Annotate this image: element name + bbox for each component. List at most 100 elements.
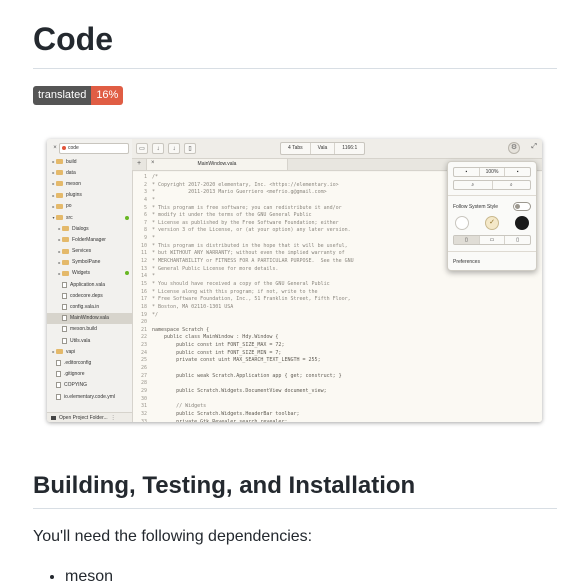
file-icon bbox=[62, 315, 67, 322]
header-toolbar: ▭ ↓ ↓ ▯ 4 Tabs Vala 1166:1 ⚙ ⤢ bbox=[132, 139, 542, 159]
follow-system-style-toggle bbox=[513, 202, 531, 211]
sidebar-item-label: COPYING bbox=[64, 382, 88, 389]
sidebar-item-label: codecore.deps bbox=[70, 292, 103, 299]
sidebar-item-label: .editorconfig bbox=[64, 359, 92, 366]
line-number: 18 bbox=[140, 303, 147, 310]
sidebar-item: config.vala.in bbox=[47, 301, 132, 312]
sidebar-item-label: po bbox=[66, 203, 72, 210]
translation-badge[interactable]: translated 16% bbox=[33, 86, 124, 105]
more-icon: ⋮ bbox=[110, 414, 116, 421]
code-line: * bbox=[152, 273, 156, 280]
sidebar-item-label: FolderManager bbox=[72, 236, 106, 243]
sidebar-item-label: io.elementary.code.yml bbox=[64, 393, 116, 400]
line-number: 21 bbox=[140, 326, 147, 333]
badge-value: 16% bbox=[91, 86, 124, 105]
file-icon bbox=[56, 382, 61, 389]
tab-mainwindow: × MainWindow.vala bbox=[146, 159, 288, 170]
line-number: 29 bbox=[140, 387, 147, 394]
download-icon: ↓ bbox=[152, 143, 164, 154]
folder-icon bbox=[62, 248, 69, 254]
dependency-item: meson bbox=[65, 566, 113, 588]
code-line: namespace Scratch { bbox=[152, 326, 210, 333]
preferences-item: Preferences bbox=[453, 259, 480, 265]
search-icon: ⌕ bbox=[509, 182, 513, 188]
find-controls: ⌕ ⌕ bbox=[453, 180, 531, 190]
save-icon: ↓ bbox=[168, 143, 180, 154]
modified-indicator-icon bbox=[125, 215, 129, 220]
dark-style-swatch bbox=[515, 216, 529, 230]
folder-icon bbox=[56, 203, 63, 209]
language-indicator: Vala bbox=[311, 143, 336, 154]
file-icon bbox=[56, 393, 61, 400]
sidebar-item: io.elementary.code.yml bbox=[47, 391, 132, 402]
sidebar-item-label: config.vala.in bbox=[70, 304, 100, 311]
settings-popover: ▪ 100% ▪ ⌕ ⌕ Follow System Style ✓ ▯ ▭ ▯… bbox=[447, 161, 537, 271]
file-icon bbox=[62, 304, 67, 311]
line-number: 17 bbox=[140, 296, 147, 303]
code-line: * License along with this program; if no… bbox=[152, 288, 318, 295]
folder-icon bbox=[56, 215, 63, 221]
sidebar-item: ▸ plugins bbox=[47, 190, 132, 201]
line-number: 24 bbox=[140, 349, 147, 356]
line-number: 33 bbox=[140, 418, 147, 423]
line-number: 13 bbox=[140, 265, 147, 272]
close-icon: × bbox=[53, 145, 57, 151]
code-line: * License as published by the Free Softw… bbox=[152, 219, 339, 226]
code-line: public weak Scratch.Application app { ge… bbox=[152, 372, 342, 379]
source-code: /* * Copyright 2017-2020 elementary, Inc.… bbox=[152, 174, 354, 422]
sidebar-search: × code bbox=[51, 142, 129, 154]
sidebar-layout-icon: ▯ bbox=[454, 236, 480, 244]
code-line: public const int FONT_SIZE_MIN = 7; bbox=[152, 349, 282, 356]
code-line: * bbox=[152, 196, 156, 203]
layout-controls: ▯ ▭ ▯ bbox=[453, 235, 531, 245]
sidebar-item: ▸ SymbolPane bbox=[47, 257, 132, 268]
sidebar-item: ▸ FolderManager bbox=[47, 234, 132, 245]
badge-label: translated bbox=[33, 86, 92, 105]
file-icon bbox=[56, 359, 61, 366]
line-number: 30 bbox=[140, 395, 147, 402]
sepia-style-swatch: ✓ bbox=[485, 216, 499, 230]
zoom-controls: ▪ 100% ▪ bbox=[453, 167, 531, 177]
folder-icon bbox=[56, 349, 63, 355]
line-number: 5 bbox=[143, 204, 147, 211]
line-number: 15 bbox=[140, 280, 147, 287]
code-line: // Widgets bbox=[152, 403, 207, 410]
code-line: * version 3 of the License, or (at your … bbox=[152, 227, 351, 234]
line-number: 27 bbox=[140, 372, 147, 379]
tabs-indicator: 4 Tabs bbox=[281, 143, 311, 154]
line-number: 19 bbox=[140, 311, 147, 318]
divider bbox=[448, 195, 536, 196]
code-line: * modify it under the terms of the GNU G… bbox=[152, 212, 312, 219]
sidebar-item: codecore.deps bbox=[47, 290, 132, 301]
search-field: code bbox=[59, 142, 129, 154]
follow-system-style-label: Follow System Style bbox=[453, 204, 499, 210]
sidebar-item: ▸ build bbox=[47, 156, 132, 167]
line-number: 23 bbox=[140, 342, 147, 349]
folder-icon bbox=[62, 270, 69, 276]
line-number: 32 bbox=[140, 410, 147, 417]
divider bbox=[448, 251, 536, 252]
sidebar-item: .editorconfig bbox=[47, 357, 132, 368]
position-indicator: 1166:1 bbox=[342, 145, 358, 151]
line-number: 25 bbox=[140, 357, 147, 364]
sidebar-item: ▸ Services bbox=[47, 246, 132, 257]
project-icon bbox=[62, 146, 66, 150]
gear-icon: ⚙ bbox=[508, 142, 520, 154]
sidebar-item-label: Utils.vala bbox=[70, 337, 91, 344]
line-number: 8 bbox=[143, 227, 147, 234]
folder-icon bbox=[56, 181, 63, 187]
sidebar-item-label: vapi bbox=[66, 348, 76, 355]
app-screenshot: × code ▸ build ▸ data ▸ meson ▸ plugins ▸ po ▾ src ▸… bbox=[47, 139, 542, 422]
section-divider bbox=[33, 508, 557, 509]
folder-icon bbox=[56, 192, 63, 198]
open-folder-label: Open Project Folder... bbox=[59, 414, 108, 421]
sidebar-item: MainWindow.vala bbox=[47, 312, 132, 324]
sidebar-item-label: Widgets bbox=[72, 270, 91, 277]
line-number: 20 bbox=[140, 319, 147, 326]
sidebar-item: COPYING bbox=[47, 380, 132, 391]
folder-icon bbox=[62, 226, 69, 232]
revert-icon: ▯ bbox=[184, 143, 196, 154]
file-icon bbox=[62, 326, 67, 333]
